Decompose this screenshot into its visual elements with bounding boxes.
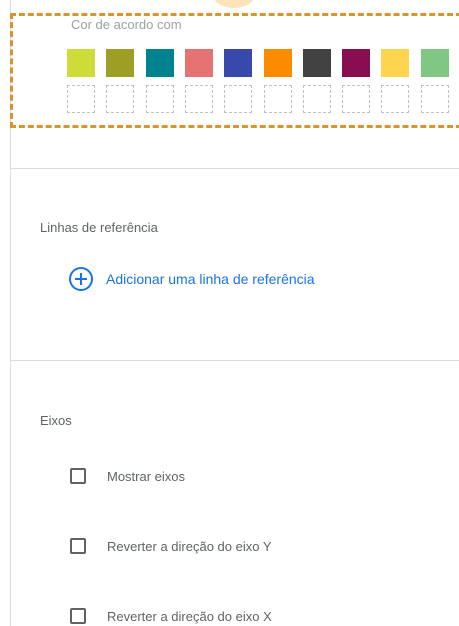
color-swatch[interactable]	[106, 49, 135, 77]
color-slot-empty[interactable]	[420, 85, 449, 113]
color-swatch[interactable]	[302, 49, 331, 77]
color-by-label: Cor de acordo com	[71, 17, 182, 32]
color-slot-empty[interactable]	[106, 85, 135, 113]
color-slot-empty[interactable]	[263, 85, 292, 113]
color-slot-empty[interactable]	[342, 85, 371, 113]
color-slot-empty[interactable]	[67, 85, 95, 113]
color-slot-empty[interactable]	[184, 85, 213, 113]
color-slot-empty[interactable]	[224, 85, 253, 113]
color-swatch[interactable]	[145, 49, 174, 77]
checkbox-icon[interactable]	[70, 608, 86, 624]
color-swatch[interactable]	[67, 49, 95, 77]
reference-lines-title: Linhas de referência	[40, 220, 158, 235]
color-swatch[interactable]	[224, 49, 253, 77]
section-divider	[11, 168, 459, 169]
color-swatch[interactable]	[420, 49, 449, 77]
show-axes-label: Mostrar eixos	[107, 468, 186, 484]
reverse-x-axis-checkbox[interactable]: Reverter a direção do eixo X	[70, 606, 272, 626]
color-swatch[interactable]	[184, 49, 213, 77]
reverse-x-axis-label: Reverter a direção do eixo X	[107, 608, 272, 624]
checkbox-icon[interactable]	[70, 538, 86, 554]
color-slot-empty[interactable]	[145, 85, 174, 113]
checkbox-icon[interactable]	[70, 468, 86, 484]
color-slot-empty[interactable]	[381, 85, 410, 113]
color-swatch[interactable]	[381, 49, 410, 77]
color-swatch[interactable]	[263, 49, 292, 77]
color-swatch[interactable]	[342, 49, 371, 77]
color-slot-empty[interactable]	[302, 85, 331, 113]
color-by-section: Cor de acordo com	[10, 13, 459, 128]
add-circle-icon	[69, 267, 93, 291]
add-reference-line-button[interactable]: Adicionar uma linha de referência	[68, 266, 315, 292]
axes-title: Eixos	[40, 413, 72, 428]
show-axes-checkbox[interactable]: Mostrar eixos	[70, 466, 185, 486]
reverse-y-axis-checkbox[interactable]: Reverter a direção do eixo Y	[70, 536, 272, 556]
highlight-marker	[212, 0, 256, 8]
reverse-y-axis-label: Reverter a direção do eixo Y	[107, 538, 272, 554]
section-divider	[11, 360, 459, 361]
add-reference-line-label: Adicionar uma linha de referência	[106, 271, 315, 287]
